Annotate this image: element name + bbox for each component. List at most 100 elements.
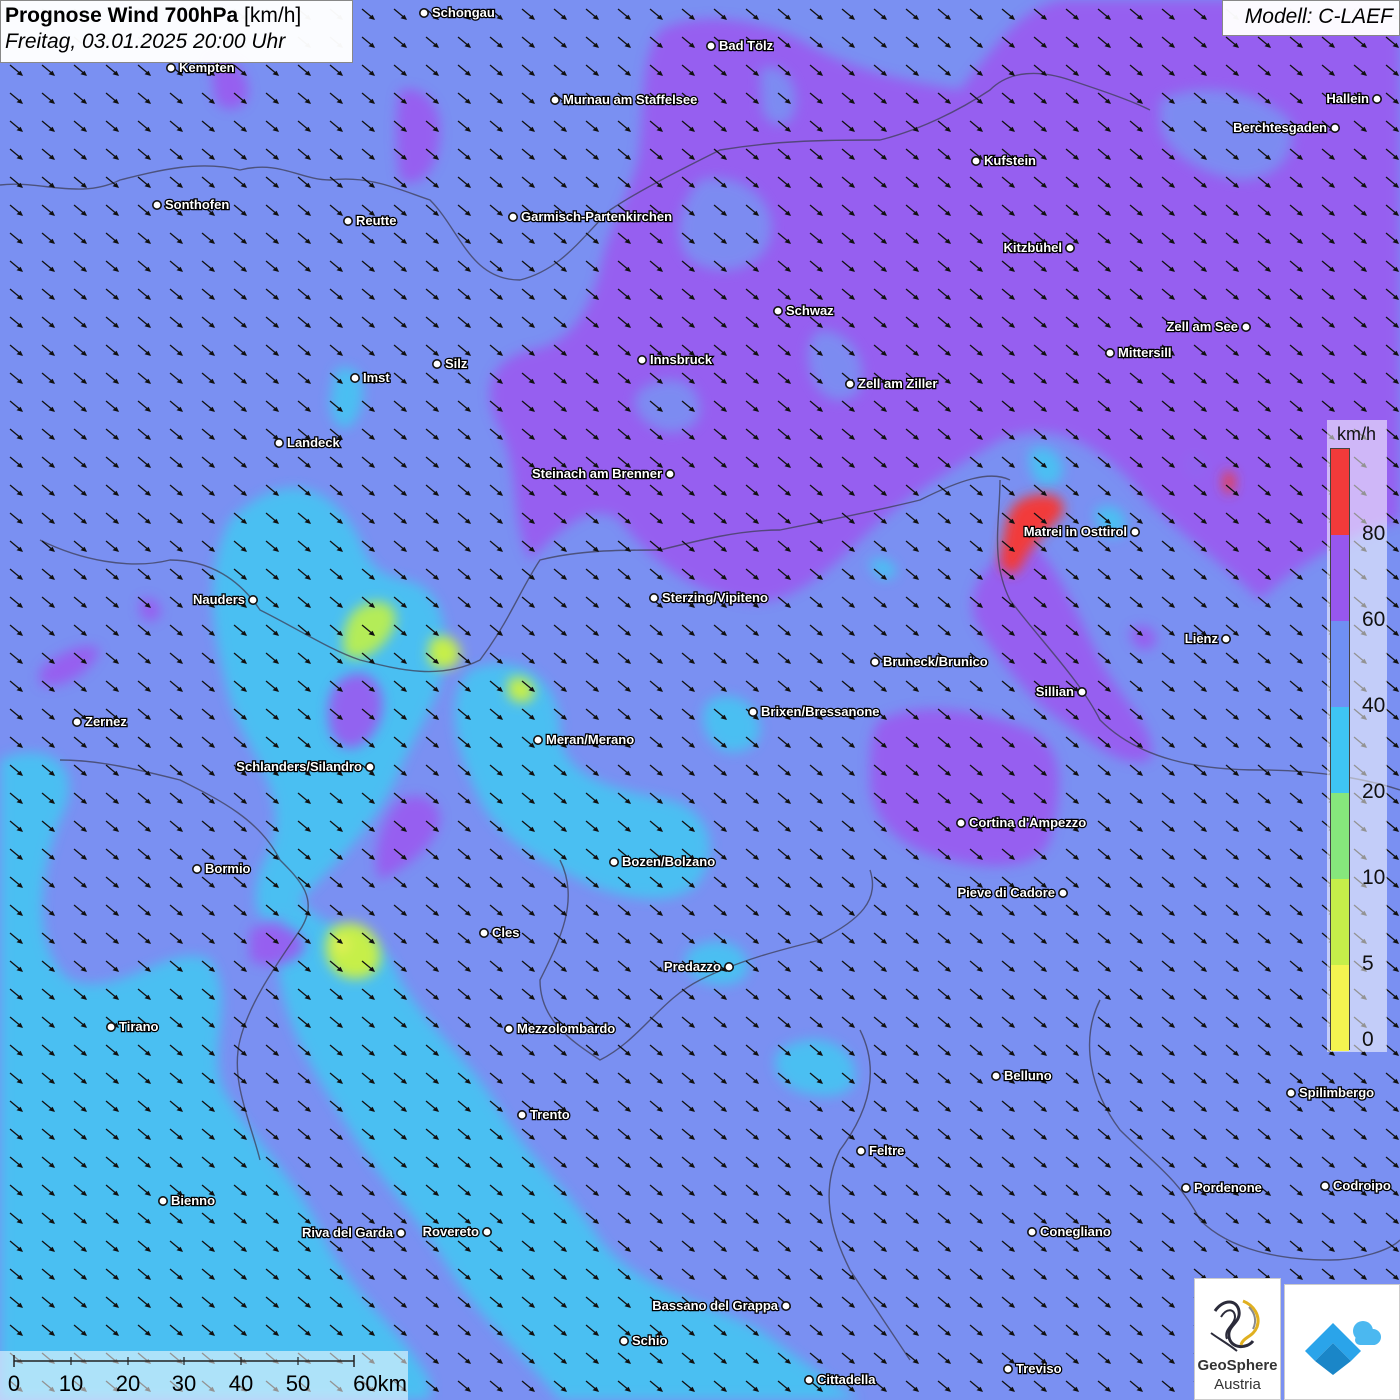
city-marker: Pieve di Cadore bbox=[956, 884, 1069, 901]
city-label: Sillian bbox=[1036, 684, 1074, 699]
scale-bar: 0 10 20 30 40 50 60km bbox=[0, 1351, 408, 1400]
city-label: Bienno bbox=[171, 1193, 215, 1208]
city-label: Rovereto bbox=[423, 1224, 479, 1239]
city-dot bbox=[152, 200, 163, 211]
city-dot bbox=[636, 354, 647, 365]
city-dot bbox=[723, 961, 734, 972]
geosphere-logo-sub: Austria bbox=[1214, 1376, 1261, 1393]
city-label: Brixen/Bressanone bbox=[761, 704, 880, 719]
city-dot bbox=[1320, 1181, 1331, 1192]
map-title-unit: [km/h] bbox=[244, 4, 302, 27]
city-dot bbox=[158, 1196, 169, 1207]
city-label: Lienz bbox=[1185, 631, 1219, 646]
city-label: Schio bbox=[632, 1333, 667, 1348]
city-dot bbox=[503, 1024, 514, 1035]
map-title-main: Prognose Wind 700hPa bbox=[5, 4, 239, 27]
city-dot bbox=[664, 468, 675, 479]
city-label: Predazzo bbox=[664, 959, 721, 974]
city-label: Tirano bbox=[119, 1019, 159, 1034]
city-marker: Meran/Merano bbox=[532, 731, 635, 748]
geosphere-logo: GeoSphere Austria bbox=[1194, 1278, 1281, 1400]
city-dot bbox=[342, 216, 353, 227]
city-marker: Pordenone bbox=[1181, 1179, 1263, 1196]
legend-tick-label: 60 bbox=[1362, 608, 1386, 631]
city-label: Pordenone bbox=[1194, 1180, 1262, 1195]
city-marker: Matrei in Osttirol bbox=[1022, 523, 1141, 540]
city-label: Mittersill bbox=[1118, 345, 1171, 360]
city-label: Berchtesgaden bbox=[1233, 120, 1327, 135]
city-dot bbox=[648, 592, 659, 603]
city-dot bbox=[955, 817, 966, 828]
city-dot bbox=[418, 8, 429, 18]
city-label: Zell am Ziller bbox=[858, 376, 937, 391]
city-dot bbox=[844, 378, 855, 389]
city-label: Silz bbox=[445, 356, 468, 371]
city-dot bbox=[1002, 1364, 1013, 1375]
city-marker: Mezzolombardo bbox=[503, 1020, 617, 1037]
wind-map: SchongauBad TölzKemptenMurnau am Staffel… bbox=[0, 0, 1400, 1400]
city-dot bbox=[273, 437, 284, 448]
city-dot bbox=[431, 358, 442, 369]
city-marker: Innsbruck bbox=[636, 351, 714, 368]
legend-tick-label: 0 bbox=[1362, 1028, 1374, 1051]
city-marker: Spilimbergo bbox=[1286, 1084, 1375, 1101]
city-label: Cittadella bbox=[817, 1372, 876, 1387]
city-label: Kufstein bbox=[984, 153, 1036, 168]
city-dot bbox=[478, 927, 489, 938]
legend-color-bar bbox=[1330, 448, 1350, 1051]
city-marker: Zell am Ziller bbox=[844, 375, 939, 392]
legend-band bbox=[1331, 449, 1349, 535]
city-dot bbox=[1077, 686, 1088, 697]
city-dot bbox=[780, 1301, 791, 1312]
city-marker: Conegliano bbox=[1027, 1223, 1112, 1240]
city-dot bbox=[349, 372, 360, 383]
city-dot bbox=[990, 1071, 1001, 1082]
city-dot bbox=[1058, 887, 1069, 898]
city-label: Garmisch-Partenkirchen bbox=[521, 209, 672, 224]
city-marker: Steinach am Brenner bbox=[531, 465, 675, 482]
city-marker: Riva del Garda bbox=[301, 1224, 406, 1241]
city-dot bbox=[1027, 1227, 1038, 1238]
city-marker: Bozen/Bolzano bbox=[608, 853, 717, 870]
forecast-datetime: Freitag, 03.01.2025 20:00 Uhr bbox=[5, 30, 286, 53]
city-label: Bassano del Grappa bbox=[652, 1298, 778, 1313]
city-label: Bad Tölz bbox=[719, 38, 774, 53]
city-dot bbox=[516, 1110, 527, 1121]
geosphere-logo-icon bbox=[1210, 1299, 1260, 1352]
city-dot bbox=[507, 212, 518, 223]
city-dot bbox=[549, 95, 560, 106]
city-label: Bruneck/Brunico bbox=[883, 654, 988, 669]
city-label: Bozen/Bolzano bbox=[622, 854, 715, 869]
city-dot bbox=[747, 706, 758, 717]
city-dot bbox=[395, 1228, 406, 1239]
city-label: Schlanders/Silandro bbox=[236, 759, 362, 774]
city-label: Belluno bbox=[1004, 1068, 1052, 1083]
geosphere-logo-name: GeoSphere bbox=[1197, 1357, 1278, 1374]
city-label: Conegliano bbox=[1040, 1224, 1111, 1239]
city-label: Riva del Garda bbox=[302, 1225, 394, 1240]
legend-band bbox=[1331, 707, 1349, 793]
city-label: Schongau bbox=[432, 5, 495, 20]
city-dot bbox=[803, 1375, 814, 1386]
model-label: Modell: C-LAEF bbox=[1222, 0, 1400, 36]
city-label: Zell am See bbox=[1166, 319, 1238, 334]
legend-band bbox=[1331, 879, 1349, 965]
city-label: Matrei in Osttirol bbox=[1024, 524, 1127, 539]
scale-bar-label: 30 bbox=[171, 1371, 197, 1396]
city-dot bbox=[1130, 526, 1141, 537]
city-marker: Bassano del Grappa bbox=[651, 1297, 791, 1314]
city-marker: Bruneck/Brunico bbox=[869, 653, 989, 670]
legend-tick-label: 10 bbox=[1362, 866, 1386, 889]
scale-bar-label: 60km bbox=[353, 1371, 407, 1396]
city-dot bbox=[1286, 1088, 1297, 1099]
city-dot bbox=[481, 1227, 492, 1238]
city-dot bbox=[192, 863, 203, 874]
city-label: Sonthofen bbox=[165, 197, 229, 212]
scale-bar-label: 40 bbox=[228, 1371, 254, 1396]
legend-tick-label: 40 bbox=[1362, 694, 1386, 717]
city-dot bbox=[72, 716, 83, 727]
legend-band bbox=[1331, 793, 1349, 879]
city-label: Cles bbox=[492, 925, 519, 940]
city-dot bbox=[772, 305, 783, 316]
city-dot bbox=[618, 1336, 629, 1347]
